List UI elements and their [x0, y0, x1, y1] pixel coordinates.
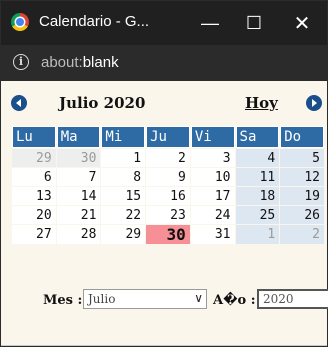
- day-cell[interactable]: 4: [235, 149, 280, 167]
- week-row: 6 7 8 9 10 11 12: [12, 168, 324, 186]
- day-cell[interactable]: 9: [146, 168, 190, 186]
- previous-month-icon[interactable]: [11, 95, 27, 111]
- weekday-header: Sa: [235, 126, 280, 148]
- day-cell[interactable]: 12: [280, 168, 324, 186]
- weekday-header: Do: [280, 126, 324, 148]
- day-cell[interactable]: 13: [12, 187, 56, 205]
- week-row: 29 30 1 2 3 4 5: [12, 149, 324, 167]
- week-row: 27 28 29 30 31 1 2: [12, 225, 324, 244]
- day-cell[interactable]: 26: [280, 206, 324, 224]
- day-cell[interactable]: 14: [56, 187, 101, 205]
- day-cell[interactable]: 17: [190, 187, 235, 205]
- day-cell[interactable]: 29: [101, 225, 146, 244]
- next-month-icon[interactable]: [306, 95, 322, 111]
- today-cell[interactable]: 30: [146, 225, 190, 244]
- year-label: A�o :: [213, 293, 256, 308]
- browser-window: Calendario - G... — ☐ ✕ i about:blank Ju…: [0, 0, 328, 347]
- info-icon[interactable]: i: [13, 54, 29, 70]
- address-bar[interactable]: i about:blank: [1, 45, 327, 81]
- chevron-down-icon: ∨: [194, 291, 203, 305]
- day-cell[interactable]: 21: [56, 206, 101, 224]
- maximize-button[interactable]: ☐: [231, 1, 277, 45]
- url-host: blank: [82, 54, 119, 71]
- month-select-value: Julio: [88, 292, 116, 306]
- minimize-button[interactable]: —: [187, 1, 233, 45]
- day-cell[interactable]: 1: [101, 149, 146, 167]
- window-title: Calendario - G...: [39, 13, 150, 30]
- day-cell[interactable]: 24: [190, 206, 235, 224]
- day-cell[interactable]: 20: [12, 206, 56, 224]
- day-cell[interactable]: 11: [235, 168, 280, 186]
- day-cell[interactable]: 8: [101, 168, 146, 186]
- day-cell[interactable]: 16: [146, 187, 190, 205]
- day-cell[interactable]: 2: [280, 225, 324, 244]
- month-title: Julio 2020: [59, 94, 146, 112]
- weekday-header: Vi: [190, 126, 235, 148]
- year-input[interactable]: 2020: [257, 289, 328, 309]
- day-cell[interactable]: 1: [235, 225, 280, 244]
- day-cell[interactable]: 6: [12, 168, 56, 186]
- url-scheme: about:: [41, 54, 83, 71]
- day-cell[interactable]: 3: [190, 149, 235, 167]
- weekday-header: Ma: [56, 126, 101, 148]
- chrome-icon: [11, 13, 29, 31]
- day-cell[interactable]: 28: [56, 225, 101, 244]
- day-grid: Lu Ma Mi Ju Vi Sa Do 29 30 1 2 3 4 5 6 7…: [11, 125, 325, 245]
- divider: [1, 345, 327, 346]
- month-select[interactable]: Julio ∨: [83, 289, 207, 309]
- day-cell[interactable]: 31: [190, 225, 235, 244]
- day-cell[interactable]: 2: [146, 149, 190, 167]
- day-cell[interactable]: 23: [146, 206, 190, 224]
- weekday-header: Lu: [12, 126, 56, 148]
- week-row: 20 21 22 23 24 25 26: [12, 206, 324, 224]
- day-cell[interactable]: 30: [56, 149, 101, 167]
- day-cell[interactable]: 10: [190, 168, 235, 186]
- calendar-widget: Julio 2020 Hoy Lu Ma Mi Ju Vi Sa Do 29 3…: [1, 81, 328, 346]
- close-button[interactable]: ✕: [279, 1, 325, 45]
- day-cell[interactable]: 22: [101, 206, 146, 224]
- month-label: Mes :: [43, 293, 83, 308]
- weekday-header: Mi: [101, 126, 146, 148]
- today-link[interactable]: Hoy: [245, 94, 278, 112]
- url-text[interactable]: about:blank: [41, 54, 119, 71]
- weekday-header-row: Lu Ma Mi Ju Vi Sa Do: [12, 126, 324, 148]
- day-cell[interactable]: 27: [12, 225, 56, 244]
- day-cell[interactable]: 5: [280, 149, 324, 167]
- week-row: 13 14 15 16 17 18 19: [12, 187, 324, 205]
- day-cell[interactable]: 7: [56, 168, 101, 186]
- day-cell[interactable]: 19: [280, 187, 324, 205]
- day-cell[interactable]: 29: [12, 149, 56, 167]
- title-bar: Calendario - G... — ☐ ✕: [1, 1, 327, 45]
- day-cell[interactable]: 15: [101, 187, 146, 205]
- day-cell[interactable]: 25: [235, 206, 280, 224]
- day-cell[interactable]: 18: [235, 187, 280, 205]
- weekday-header: Ju: [146, 126, 190, 148]
